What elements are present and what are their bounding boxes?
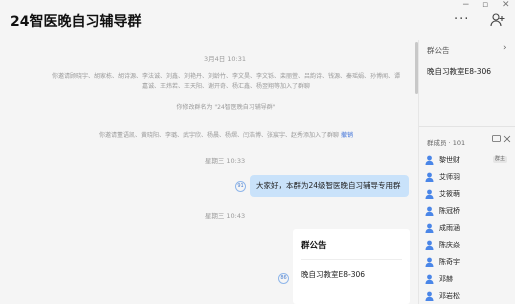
add-member-icon[interactable] (490, 12, 506, 28)
message-icon[interactable] (492, 135, 501, 143)
member-item[interactable]: 陈奇宇 (425, 255, 515, 269)
person-icon (425, 223, 434, 233)
maximize-button[interactable]: ▫ (482, 0, 488, 10)
member-item[interactable]: 艾师羽 (425, 170, 515, 184)
member-item[interactable]: 陈庆焱 (425, 238, 515, 252)
member-item[interactable]: 邓岩松 (425, 289, 515, 303)
person-icon (425, 274, 434, 284)
divider (419, 126, 515, 127)
member-name: 陈冠桥 (439, 207, 460, 215)
undo-link[interactable]: 撤销 (341, 132, 353, 139)
system-notice-invite: 你邀请顾晓宇、胡家栋、胡诗源、李法诚、刘鑫、刘艳丹、刘龄竹、李文昊、李文铄、栾丽… (51, 73, 400, 90)
member-name: 邓赫 (439, 275, 453, 283)
person-icon (425, 206, 434, 216)
owner-badge: 群主 (493, 156, 508, 163)
message-bubble[interactable]: 大家好，本群为24级智医晚自习辅导专用群 (250, 175, 409, 197)
title-bar: 24智医晚自习辅导群 − ▫ ✕ ··· (0, 0, 515, 40)
member-name: 艾筱萌 (439, 190, 460, 198)
person-icon (425, 172, 434, 182)
announcement-card-title: 群公告 (301, 241, 327, 251)
members-heading: 群成员 · 101 (427, 139, 466, 147)
members-actions (492, 135, 511, 145)
member-item[interactable]: 成雨涵 (425, 221, 515, 235)
read-count-badge[interactable]: 86 (278, 273, 289, 284)
person-icon (425, 240, 434, 250)
member-name: 艾师羽 (439, 173, 460, 181)
person-icon (425, 189, 434, 199)
person-icon (425, 257, 434, 267)
timestamp: 3月4日 10:31 (203, 55, 247, 63)
timestamp: 星期三 10:33 (204, 157, 246, 165)
member-item[interactable]: 邓赫 (425, 272, 515, 286)
member-name: 陈庆焱 (439, 241, 460, 249)
window-title: 24智医晚自习辅导群 (10, 14, 142, 30)
system-notice-invite-2: 你邀请董语凯、黄晓阳、李璐、武宇欣、杨晨、杨熠、闫浩博、张宸宇、赵秀添加入了群聊… (50, 131, 402, 141)
announcement-card-body: 晚自习教室E8-306 (301, 270, 366, 279)
divider (301, 259, 402, 260)
group-info-sidebar: 群公告 › 晚自习教室E8-306 群成员 · 101 黎世财 群主 艾师羽 艾… (418, 40, 515, 304)
chevron-right-icon[interactable]: › (503, 43, 507, 53)
chat-panel[interactable]: 3月4日 10:31 你邀请顾晓宇、胡家栋、胡诗源、李法诚、刘鑫、刘艳丹、刘龄竹… (0, 40, 414, 304)
timestamp: 星期三 10:43 (204, 212, 246, 220)
notice-heading[interactable]: 群公告 (427, 45, 450, 56)
member-name: 黎世财 (439, 156, 460, 164)
minimize-button[interactable]: − (462, 0, 470, 10)
close-button[interactable]: ✕ (502, 0, 510, 10)
member-name: 陈奇宇 (439, 258, 460, 266)
member-name: 邓岩松 (439, 292, 460, 300)
notice-text: 晚自习教室E8-306 (427, 67, 492, 76)
member-name: 成雨涵 (439, 224, 460, 232)
member-item[interactable]: 陈冠桥 (425, 204, 515, 218)
close-icon[interactable] (503, 135, 511, 143)
more-options-icon[interactable]: ··· (454, 12, 469, 27)
member-item[interactable]: 艾筱萌 (425, 187, 515, 201)
system-notice-rename: 你修改群名为 "24智医晚自习辅导群" (176, 104, 276, 111)
member-item[interactable]: 黎世财 群主 (425, 153, 515, 167)
read-count-badge[interactable]: 91 (235, 181, 246, 192)
person-icon (425, 155, 434, 165)
announcement-card[interactable]: 群公告 晚自习教室E8-306 (293, 229, 410, 304)
invite-notice-text: 你邀请董语凯、黄晓阳、李璐、武宇欣、杨晨、杨熠、闫浩博、张宸宇、赵秀添加入了群聊 (99, 132, 340, 139)
person-icon (425, 291, 434, 301)
